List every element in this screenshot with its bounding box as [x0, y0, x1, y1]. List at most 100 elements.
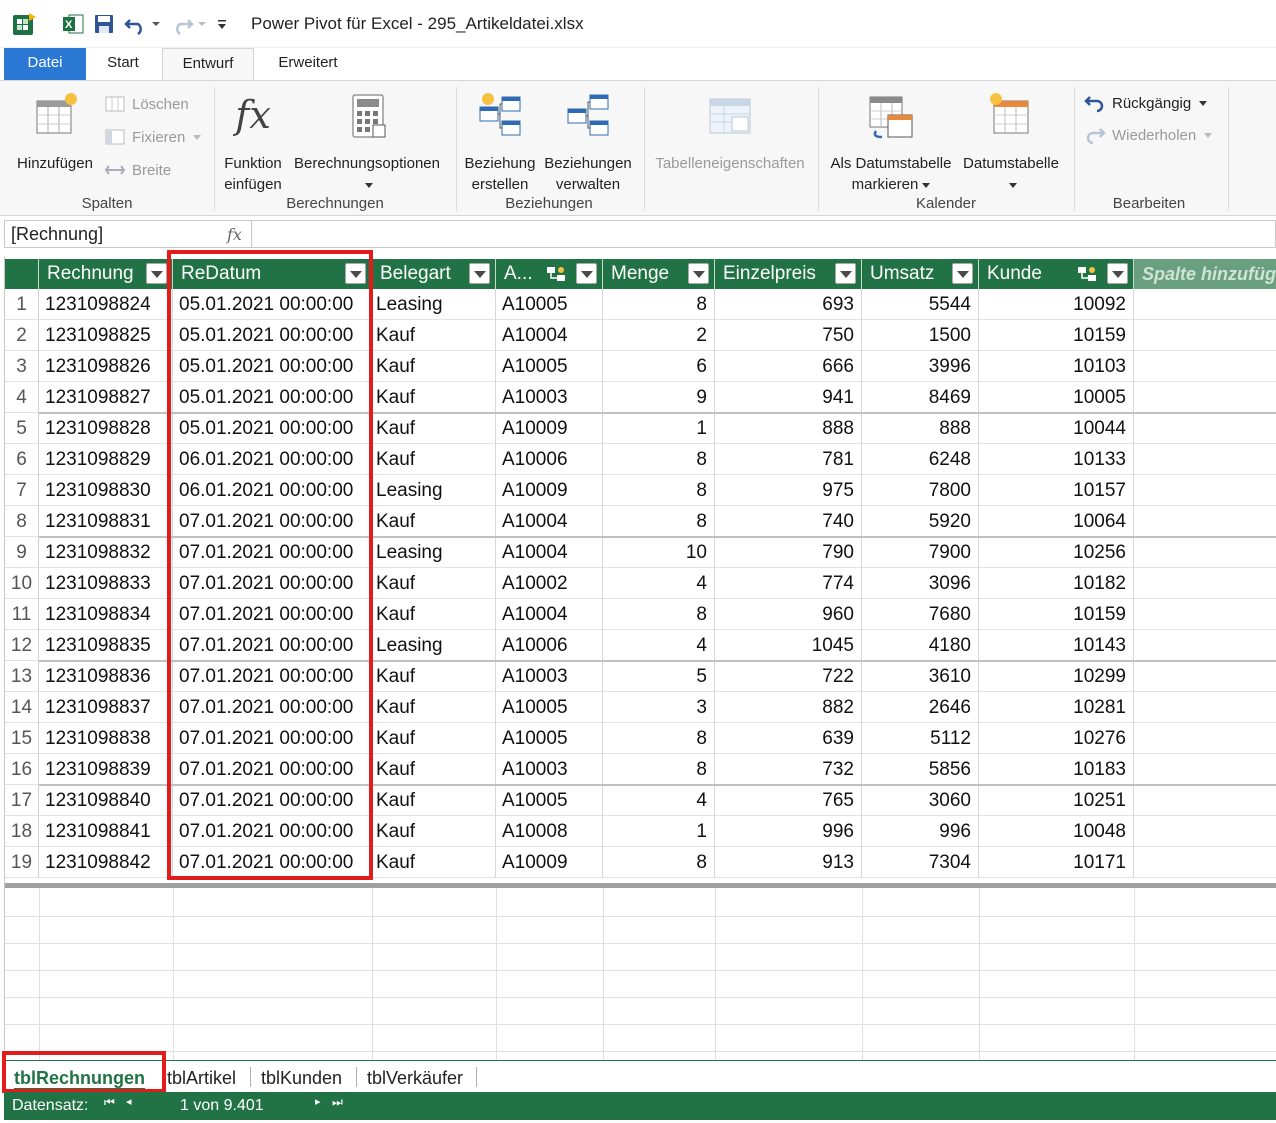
table-cell[interactable]: 10143: [979, 630, 1134, 661]
table-cell[interactable]: 1231098831: [39, 506, 173, 537]
freeze-column-button[interactable]: Fixieren: [104, 128, 202, 146]
add-column-cell[interactable]: [1134, 692, 1276, 723]
filter-dropdown-icon[interactable]: [345, 263, 366, 284]
table-cell[interactable]: Kauf: [372, 599, 496, 630]
first-record-icon[interactable]: ⏮: [104, 1095, 115, 1110]
table-cell[interactable]: 4180: [862, 630, 979, 661]
row-number[interactable]: 14: [5, 692, 39, 723]
table-cell[interactable]: 10276: [979, 723, 1134, 754]
add-column-cell[interactable]: [1134, 847, 1276, 878]
row-number[interactable]: 11: [5, 599, 39, 630]
table-cell[interactable]: 8: [603, 723, 715, 754]
add-column-cell[interactable]: [1134, 413, 1276, 444]
select-all-corner[interactable]: [5, 259, 39, 289]
calculation-options-button[interactable]: Berechnungsoptionen: [290, 91, 444, 195]
table-cell[interactable]: 8: [603, 444, 715, 475]
table-cell[interactable]: 1231098842: [39, 847, 173, 878]
row-number[interactable]: 12: [5, 630, 39, 661]
row-number[interactable]: 18: [5, 816, 39, 847]
table-cell[interactable]: 5544: [862, 289, 979, 320]
mark-as-date-table-button[interactable]: Als Datumstabelle markieren: [824, 91, 958, 195]
table-cell[interactable]: 10133: [979, 444, 1134, 475]
table-properties-button[interactable]: Tabelleneigenschaften: [652, 91, 808, 174]
table-cell[interactable]: 07.01.2021 00:00:00: [173, 506, 372, 537]
previous-record-icon[interactable]: ◂: [126, 1095, 132, 1108]
table-cell[interactable]: 1231098833: [39, 568, 173, 599]
row-number[interactable]: 5: [5, 413, 39, 444]
table-cell[interactable]: 07.01.2021 00:00:00: [173, 630, 372, 661]
table-cell[interactable]: 1231098836: [39, 661, 173, 692]
table-cell[interactable]: 07.01.2021 00:00:00: [173, 785, 372, 816]
row-number[interactable]: 10: [5, 568, 39, 599]
table-cell[interactable]: 1231098840: [39, 785, 173, 816]
table-cell[interactable]: 4: [603, 568, 715, 599]
table-cell[interactable]: A10009: [496, 475, 603, 506]
table-cell[interactable]: Kauf: [372, 320, 496, 351]
table-cell[interactable]: 8469: [862, 382, 979, 413]
table-cell[interactable]: 882: [715, 692, 862, 723]
save-icon[interactable]: [90, 10, 118, 38]
table-cell[interactable]: 1231098837: [39, 692, 173, 723]
add-column-cell[interactable]: [1134, 599, 1276, 630]
table-cell[interactable]: Kauf: [372, 692, 496, 723]
sheet-tab-tblkunden[interactable]: tblKunden: [261, 1065, 342, 1091]
undo-quick-icon[interactable]: [122, 10, 164, 38]
table-cell[interactable]: 07.01.2021 00:00:00: [173, 754, 372, 785]
table-cell[interactable]: 1231098824: [39, 289, 173, 320]
table-cell[interactable]: 740: [715, 506, 862, 537]
tab-start[interactable]: Start: [90, 48, 156, 80]
table-cell[interactable]: 8: [603, 847, 715, 878]
table-cell[interactable]: 10159: [979, 320, 1134, 351]
table-cell[interactable]: A10004: [496, 320, 603, 351]
table-cell[interactable]: 10171: [979, 847, 1134, 878]
table-cell[interactable]: 1231098829: [39, 444, 173, 475]
add-column-cell[interactable]: [1134, 444, 1276, 475]
excel-icon[interactable]: X: [58, 10, 88, 38]
table-cell[interactable]: 7304: [862, 847, 979, 878]
table-cell[interactable]: 2646: [862, 692, 979, 723]
table-cell[interactable]: 10281: [979, 692, 1134, 723]
row-number[interactable]: 16: [5, 754, 39, 785]
table-cell[interactable]: 07.01.2021 00:00:00: [173, 537, 372, 568]
table-cell[interactable]: A10006: [496, 630, 603, 661]
table-cell[interactable]: Kauf: [372, 444, 496, 475]
last-record-icon[interactable]: ⏭: [332, 1095, 343, 1110]
table-cell[interactable]: 3096: [862, 568, 979, 599]
table-cell[interactable]: Kauf: [372, 661, 496, 692]
table-cell[interactable]: 790: [715, 537, 862, 568]
table-cell[interactable]: Kauf: [372, 785, 496, 816]
table-cell[interactable]: 10103: [979, 351, 1134, 382]
table-cell[interactable]: 5: [603, 661, 715, 692]
table-cell[interactable]: 913: [715, 847, 862, 878]
table-cell[interactable]: 05.01.2021 00:00:00: [173, 289, 372, 320]
table-cell[interactable]: 10092: [979, 289, 1134, 320]
row-number[interactable]: 17: [5, 785, 39, 816]
table-cell[interactable]: 1231098834: [39, 599, 173, 630]
table-cell[interactable]: Kauf: [372, 413, 496, 444]
table-cell[interactable]: Kauf: [372, 568, 496, 599]
table-cell[interactable]: 06.01.2021 00:00:00: [173, 475, 372, 506]
row-number[interactable]: 9: [5, 537, 39, 568]
tab-entwurf[interactable]: Entwurf: [162, 48, 254, 80]
table-cell[interactable]: 941: [715, 382, 862, 413]
table-cell[interactable]: 8: [603, 506, 715, 537]
table-cell[interactable]: A10009: [496, 847, 603, 878]
table-cell[interactable]: Kauf: [372, 723, 496, 754]
table-cell[interactable]: 05.01.2021 00:00:00: [173, 413, 372, 444]
table-cell[interactable]: A10004: [496, 537, 603, 568]
undo-button[interactable]: Rückgängig: [1084, 93, 1208, 113]
table-cell[interactable]: 6248: [862, 444, 979, 475]
table-cell[interactable]: 666: [715, 351, 862, 382]
table-cell[interactable]: Kauf: [372, 847, 496, 878]
row-number[interactable]: 3: [5, 351, 39, 382]
table-cell[interactable]: Leasing: [372, 475, 496, 506]
table-cell[interactable]: 07.01.2021 00:00:00: [173, 847, 372, 878]
filter-dropdown-icon[interactable]: [146, 263, 167, 284]
add-column-cell[interactable]: [1134, 537, 1276, 568]
table-cell[interactable]: 2: [603, 320, 715, 351]
table-cell[interactable]: 8: [603, 475, 715, 506]
row-number[interactable]: 4: [5, 382, 39, 413]
table-cell[interactable]: 693: [715, 289, 862, 320]
fx-icon[interactable]: fx: [227, 225, 242, 244]
filter-dropdown-icon[interactable]: [576, 263, 597, 284]
